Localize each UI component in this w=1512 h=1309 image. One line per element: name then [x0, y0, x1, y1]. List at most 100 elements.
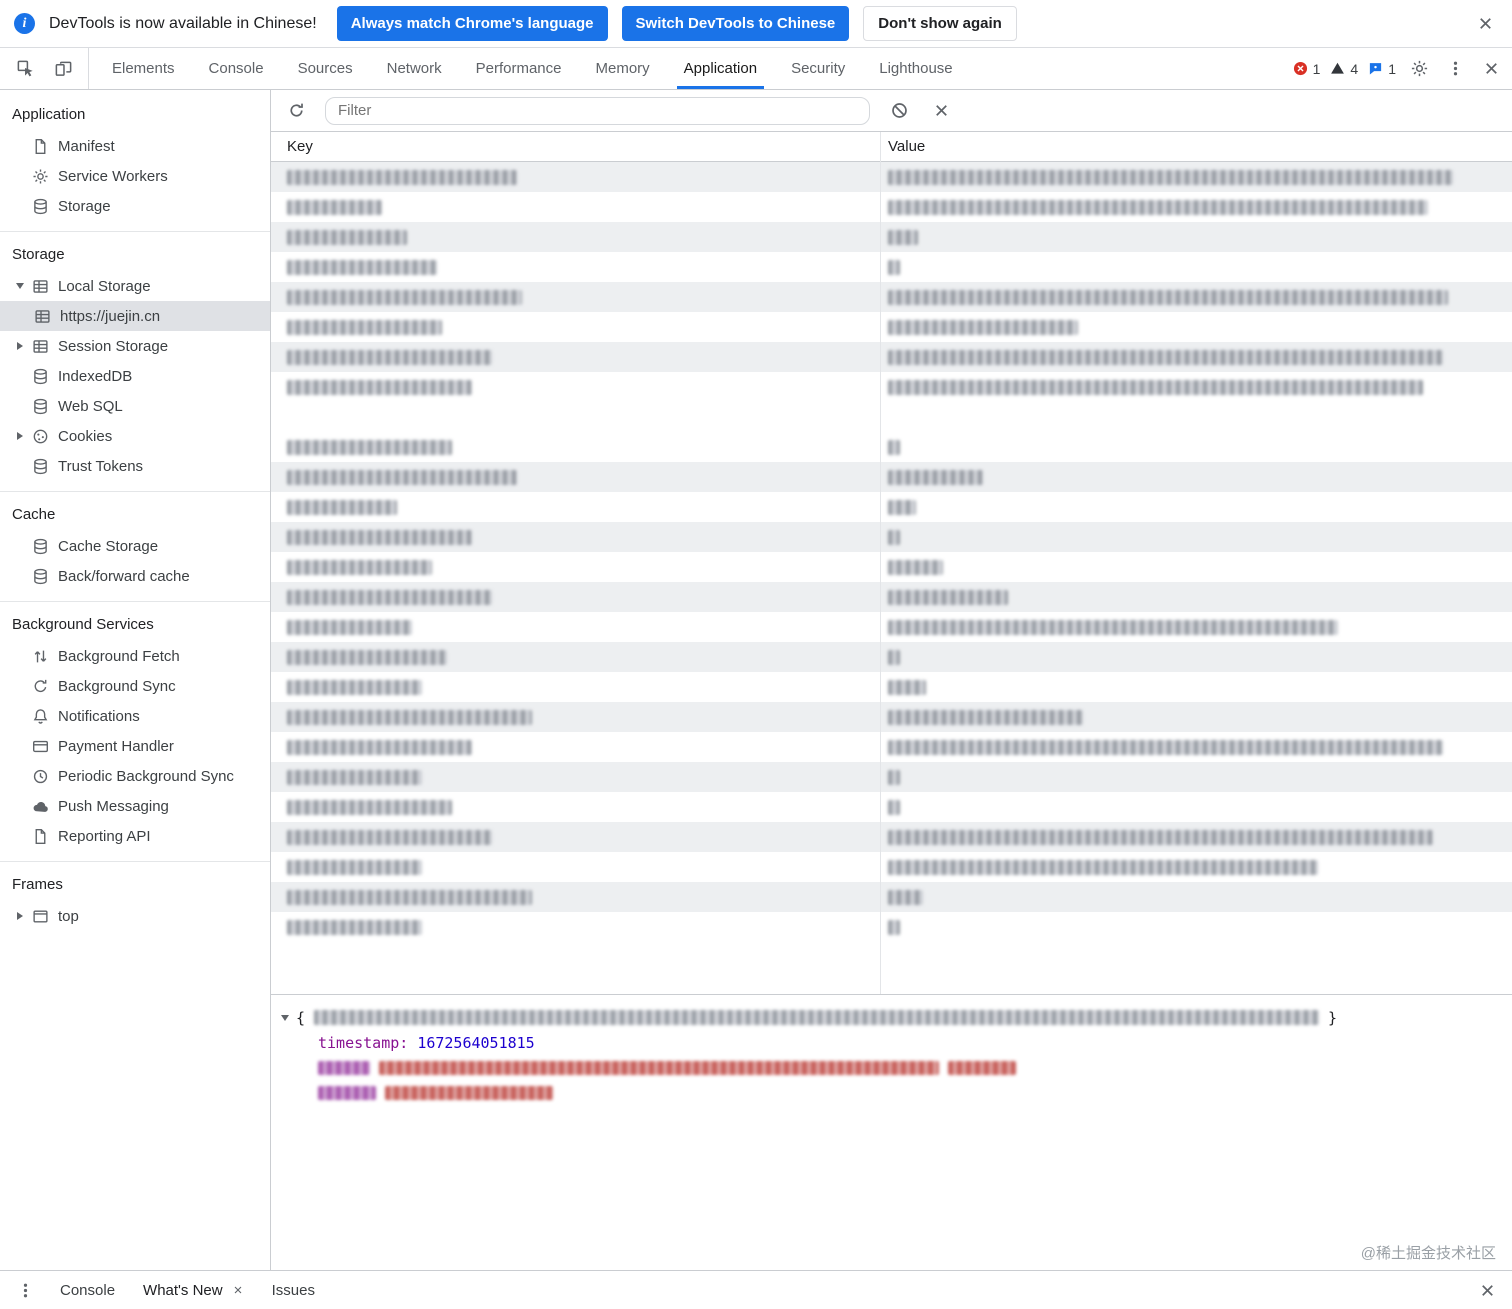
tab-network[interactable]: Network — [370, 48, 459, 89]
key-cell[interactable] — [271, 679, 880, 695]
value-cell[interactable] — [880, 199, 1512, 215]
table-row[interactable] — [271, 732, 1512, 762]
sidebar-item-session-storage[interactable]: Session Storage — [0, 331, 270, 361]
key-cell[interactable] — [271, 559, 880, 575]
tab-memory[interactable]: Memory — [579, 48, 667, 89]
table-row[interactable] — [271, 612, 1512, 642]
table-row[interactable] — [271, 642, 1512, 672]
table-row[interactable] — [271, 462, 1512, 492]
table-row[interactable] — [271, 552, 1512, 582]
value-cell[interactable] — [880, 439, 1512, 455]
chevron-down-icon[interactable] — [281, 1014, 289, 1021]
key-cell[interactable] — [271, 529, 880, 545]
drawer-close-icon[interactable] — [1474, 1277, 1500, 1303]
key-cell[interactable] — [271, 439, 880, 455]
value-cell[interactable] — [880, 559, 1512, 575]
key-cell[interactable] — [271, 469, 880, 485]
key-cell[interactable] — [271, 619, 880, 635]
table-row[interactable] — [271, 252, 1512, 282]
value-cell[interactable] — [880, 799, 1512, 815]
value-cell[interactable] — [880, 589, 1512, 605]
value-cell[interactable] — [880, 679, 1512, 695]
value-cell[interactable] — [880, 259, 1512, 275]
value-cell[interactable] — [880, 469, 1512, 485]
chevron-down-icon[interactable] — [8, 283, 32, 289]
value-cell[interactable] — [880, 349, 1512, 365]
devtools-close-icon[interactable] — [1478, 56, 1504, 82]
device-toolbar-icon[interactable] — [50, 56, 76, 82]
settings-gear-icon[interactable] — [1406, 56, 1432, 82]
tab-performance[interactable]: Performance — [459, 48, 579, 89]
sidebar-item-reporting-api[interactable]: Reporting API — [0, 821, 270, 851]
value-cell[interactable] — [880, 919, 1512, 935]
key-cell[interactable] — [271, 829, 880, 845]
sidebar-item-top[interactable]: top — [0, 901, 270, 931]
drawer-menu-icon[interactable] — [12, 1277, 38, 1303]
key-cell[interactable] — [271, 859, 880, 875]
tab-elements[interactable]: Elements — [95, 48, 192, 89]
table-row[interactable] — [271, 522, 1512, 552]
table-row[interactable] — [271, 162, 1512, 192]
value-cell[interactable] — [880, 379, 1512, 395]
tab-application[interactable]: Application — [667, 48, 774, 89]
value-cell[interactable] — [880, 769, 1512, 785]
table-row[interactable] — [271, 492, 1512, 522]
key-cell[interactable] — [271, 589, 880, 605]
key-cell[interactable] — [271, 319, 880, 335]
clear-storage-icon[interactable] — [886, 98, 912, 124]
table-row[interactable] — [271, 792, 1512, 822]
key-cell[interactable] — [271, 889, 880, 905]
value-cell[interactable] — [880, 829, 1512, 845]
drawer-tab-what-s-new[interactable]: What's New — [143, 1282, 244, 1299]
table-row[interactable] — [271, 192, 1512, 222]
table-row[interactable] — [271, 882, 1512, 912]
sidebar-item-background-sync[interactable]: Background Sync — [0, 671, 270, 701]
table-row[interactable] — [271, 432, 1512, 462]
tab-security[interactable]: Security — [774, 48, 862, 89]
sidebar-item-web-sql[interactable]: Web SQL — [0, 391, 270, 421]
key-cell[interactable] — [271, 379, 880, 395]
table-row[interactable] — [271, 282, 1512, 312]
sidebar-item-https-juejin-cn[interactable]: https://juejin.cn — [0, 301, 270, 331]
table-row[interactable] — [271, 762, 1512, 792]
chevron-right-icon[interactable] — [8, 432, 32, 440]
value-cell[interactable] — [880, 739, 1512, 755]
column-header-key[interactable]: Key — [271, 138, 880, 155]
sidebar-item-local-storage[interactable]: Local Storage — [0, 271, 270, 301]
dont-show-again-button[interactable]: Don't show again — [863, 6, 1017, 41]
sidebar-item-manifest[interactable]: Manifest — [0, 131, 270, 161]
key-cell[interactable] — [271, 169, 880, 185]
table-row[interactable] — [271, 822, 1512, 852]
value-cell[interactable] — [880, 619, 1512, 635]
tab-console[interactable]: Console — [192, 48, 281, 89]
sidebar-item-payment-handler[interactable]: Payment Handler — [0, 731, 270, 761]
chevron-right-icon[interactable] — [8, 342, 32, 350]
sidebar-item-cookies[interactable]: Cookies — [0, 421, 270, 451]
value-cell[interactable] — [880, 319, 1512, 335]
key-cell[interactable] — [271, 229, 880, 245]
value-cell[interactable] — [880, 859, 1512, 875]
key-cell[interactable] — [271, 799, 880, 815]
table-row[interactable] — [271, 912, 1512, 942]
key-cell[interactable] — [271, 289, 880, 305]
delete-selected-icon[interactable] — [928, 98, 954, 124]
more-menu-icon[interactable] — [1442, 56, 1468, 82]
value-cell[interactable] — [880, 229, 1512, 245]
sidebar-item-trust-tokens[interactable]: Trust Tokens — [0, 451, 270, 481]
sidebar-item-cache-storage[interactable]: Cache Storage — [0, 531, 270, 561]
close-icon[interactable] — [232, 1284, 244, 1296]
value-cell[interactable] — [880, 649, 1512, 665]
filter-input[interactable] — [325, 96, 870, 125]
match-language-button[interactable]: Always match Chrome's language — [336, 6, 608, 41]
inspect-icon[interactable] — [12, 56, 38, 82]
sidebar-item-service-workers[interactable]: Service Workers — [0, 161, 270, 191]
table-row[interactable] — [271, 852, 1512, 882]
tab-lighthouse[interactable]: Lighthouse — [862, 48, 969, 89]
value-cell[interactable] — [880, 529, 1512, 545]
value-cell[interactable] — [880, 289, 1512, 305]
table-row[interactable] — [271, 312, 1512, 342]
value-cell[interactable] — [880, 889, 1512, 905]
drawer-tab-console[interactable]: Console — [60, 1282, 115, 1299]
table-row[interactable] — [271, 702, 1512, 732]
key-cell[interactable] — [271, 919, 880, 935]
